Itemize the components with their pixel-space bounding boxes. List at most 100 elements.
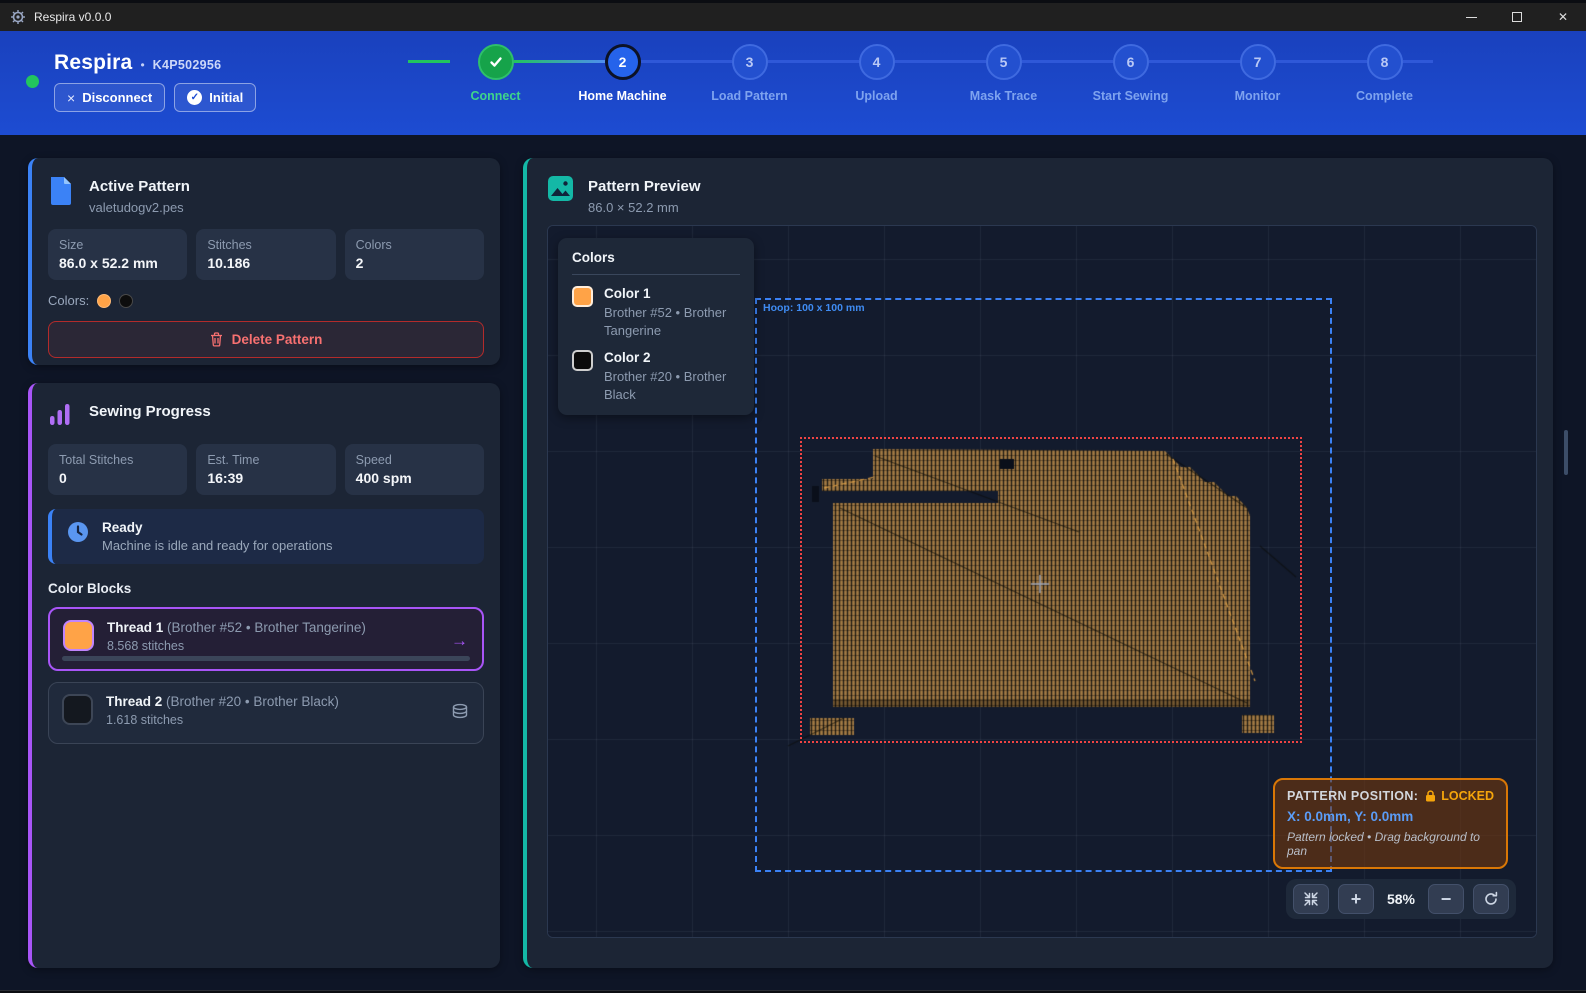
zoom-controls: + 58% − (1286, 879, 1516, 919)
step-start-sewing: 6 Start Sewing (1067, 31, 1194, 135)
step-2-label: Home Machine (559, 89, 686, 103)
app-header: Respira • K4P502956 × Disconnect ✓ Initi… (0, 31, 1586, 135)
trash-icon (210, 332, 223, 347)
legend-entry-1: Color 1 Brother #52 • Brother Tangerine (572, 286, 740, 339)
thread-1-name: Thread 1 (107, 620, 163, 635)
stepper-line (641, 60, 732, 63)
check-icon (488, 54, 504, 70)
close-button[interactable]: ✕ (1540, 3, 1586, 31)
pattern-position-overlay: PATTERN POSITION: LOCKED X: 0.0mm, Y: 0.… (1273, 778, 1508, 869)
zoom-level: 58% (1383, 891, 1419, 907)
step-6-circle[interactable]: 6 (1113, 44, 1149, 80)
sewing-progress-title: Sewing Progress (89, 400, 211, 430)
active-pattern-title: Active Pattern (89, 175, 190, 195)
pattern-filename: valetudogv2.pes (89, 200, 190, 215)
window-controls: ✕ (1448, 3, 1586, 31)
stat-speed: Speed 400 spm (345, 444, 484, 495)
step-home-machine: 2 Home Machine (559, 31, 686, 135)
thread-2-stitches: 1.618 stitches (106, 713, 339, 727)
reset-view-button[interactable] (1473, 884, 1509, 914)
status-title: Ready (102, 520, 333, 535)
close-icon: ✕ (1558, 10, 1568, 24)
check-circle-icon: ✓ (187, 90, 202, 105)
hoop-label: Hoop: 100 x 100 mm (763, 302, 865, 314)
minimize-icon (1466, 17, 1477, 18)
stepper-line (1403, 60, 1433, 63)
pattern-dimensions: 86.0 × 52.2 mm (588, 200, 701, 215)
thread-2-block[interactable]: Thread 2 (Brother #20 • Brother Black) 1… (48, 682, 484, 744)
legend-title: Colors (572, 250, 740, 275)
stepper-line (408, 60, 450, 63)
zoom-in-button[interactable]: + (1338, 884, 1374, 914)
step-3-circle[interactable]: 3 (732, 44, 768, 80)
step-1-circle[interactable] (478, 44, 514, 80)
step-4-label: Upload (813, 89, 940, 103)
thread-1-stitches: 8.568 stitches (107, 639, 366, 653)
colors-label: Colors: (48, 293, 89, 308)
step-8-circle[interactable]: 8 (1367, 44, 1403, 80)
step-5-circle[interactable]: 5 (986, 44, 1022, 80)
file-icon (48, 175, 76, 205)
step-upload: 4 Upload (813, 31, 940, 135)
app-brand: Respira (54, 51, 132, 75)
maximize-button[interactable] (1494, 3, 1540, 31)
delete-pattern-button[interactable]: Delete Pattern (48, 321, 484, 358)
stat-total-stitches: Total Stitches 0 (48, 444, 187, 495)
legend-entry-2: Color 2 Brother #20 • Brother Black (572, 350, 740, 403)
layers-stack-icon (451, 703, 469, 720)
stepper-line (514, 60, 605, 63)
stepper-line (895, 60, 986, 63)
step-mask-trace: 5 Mask Trace (940, 31, 1067, 135)
step-8-label: Complete (1321, 89, 1448, 103)
sewing-progress-card: Sewing Progress Total Stitches 0 Est. Ti… (28, 383, 500, 968)
position-hint: Pattern locked • Drag background to pan (1287, 830, 1494, 858)
stepper-line (768, 60, 859, 63)
active-pattern-card: Active Pattern valetudogv2.pes Size 86.0… (28, 158, 500, 365)
image-icon (547, 175, 575, 205)
color-swatch-2 (119, 294, 133, 308)
step-4-circle[interactable]: 4 (859, 44, 895, 80)
delete-pattern-label: Delete Pattern (232, 332, 323, 347)
fit-screen-icon (1303, 891, 1319, 907)
fit-view-button[interactable] (1293, 884, 1329, 914)
thread-2-detail: (Brother #20 • Brother Black) (166, 694, 339, 709)
preview-canvas[interactable]: Hoop: 100 x 100 mm Colors Color 1 Brothe… (547, 225, 1537, 938)
pattern-preview-title: Pattern Preview (588, 175, 701, 195)
pattern-preview-card: Pattern Preview 86.0 × 52.2 mm Hoop: 100… (523, 158, 1553, 968)
legend-swatch-1 (572, 286, 593, 307)
stat-colors: Colors 2 (345, 229, 484, 280)
machine-serial: K4P502956 (153, 58, 222, 72)
app-icon (10, 9, 26, 25)
clock-icon (66, 520, 90, 544)
disconnect-button[interactable]: × Disconnect (54, 83, 165, 112)
step-2-circle[interactable]: 2 (605, 44, 641, 80)
initial-button[interactable]: ✓ Initial (174, 83, 256, 112)
stat-est-time: Est. Time 16:39 (196, 444, 335, 495)
thread-1-block[interactable]: Thread 1 (Brother #52 • Brother Tangerin… (48, 607, 484, 671)
thread-1-swatch (63, 620, 94, 651)
arrow-right-icon: → (451, 631, 468, 651)
window-titlebar: Respira v0.0.0 ✕ (0, 3, 1586, 31)
thread-1-detail: (Brother #52 • Brother Tangerine) (167, 620, 366, 635)
initial-label: Initial (209, 90, 243, 105)
stepper-line (1276, 60, 1367, 63)
thread-2-swatch (62, 694, 93, 725)
maximize-icon (1512, 12, 1522, 22)
workflow-stepper: Connect 2 Home Machine 3 Load Pattern 4 … (432, 31, 1448, 135)
connection-status-dot (26, 75, 39, 88)
window-scrollbar-thumb[interactable] (1564, 430, 1568, 475)
zoom-out-button[interactable]: − (1428, 884, 1464, 914)
step-6-label: Start Sewing (1067, 89, 1194, 103)
legend-swatch-2 (572, 350, 593, 371)
machine-status-banner: Ready Machine is idle and ready for oper… (48, 509, 484, 564)
stat-stitches: Stitches 10.186 (196, 229, 335, 280)
locked-label: LOCKED (1441, 789, 1494, 803)
minimize-button[interactable] (1448, 3, 1494, 31)
step-7-circle[interactable]: 7 (1240, 44, 1276, 80)
window-title: Respira v0.0.0 (34, 10, 111, 24)
step-load-pattern: 3 Load Pattern (686, 31, 813, 135)
color-swatch-1 (97, 294, 111, 308)
status-message: Machine is idle and ready for operations (102, 538, 333, 553)
step-7-label: Monitor (1194, 89, 1321, 103)
step-connect: Connect (432, 31, 559, 135)
